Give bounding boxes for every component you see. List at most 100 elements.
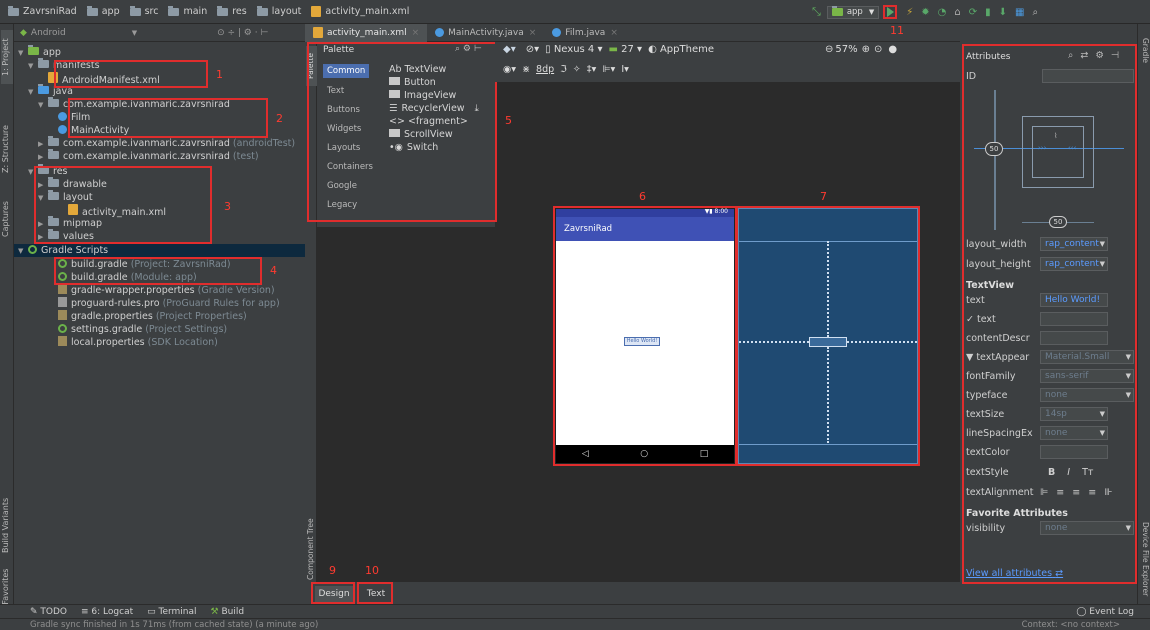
design-toolbar-row-1: ◆▾ ⊘▾ ▯ Nexus 4 ▾ ▬ 27 ▾ ◐ AppTheme [503,44,714,55]
tree-item-gradle-wrapper[interactable]: gradle-wrapper.properties (Gradle Versio… [58,284,275,297]
breadcrumb-src[interactable]: src [129,5,158,17]
align-icon[interactable]: ⊫▾ [602,64,615,75]
sdk-manager-icon[interactable]: ⬇ [999,7,1007,18]
layers-icon[interactable]: ◆▾ [503,44,516,55]
tool-label: TODO [40,606,68,617]
tree-item-proguard[interactable]: proguard-rules.pro (ProGuard Rules for a… [58,297,280,310]
search-everywhere-icon[interactable]: ⌕ [1032,7,1038,18]
device-select[interactable]: ▯ Nexus 4 ▾ [545,44,602,55]
tree-item-package-test[interactable]: ▶ com.example.ivanmaric.zavrsnirad (test) [38,149,259,163]
device-label: Nexus 4 [553,44,595,55]
view-options-icon[interactable]: ◉▾ [503,64,516,75]
folder-icon [256,5,268,16]
annotation-box-6 [553,206,737,466]
tree-item-settings-gradle[interactable]: settings.gradle (Project Settings) [58,323,227,336]
close-icon[interactable]: × [412,24,420,42]
tool-tab-captures[interactable]: Captures [1,194,13,244]
close-icon[interactable]: × [610,24,618,42]
breadcrumb-layout[interactable]: layout [256,5,301,17]
infer-constraints-icon[interactable]: ✧ [573,64,581,75]
orientation-icon[interactable]: ⊘▾ [526,44,539,55]
sync-icon[interactable]: ⟳ [969,7,977,18]
tree-item-gradle-properties[interactable]: gradle.properties (Project Properties) [58,310,247,323]
attach-debugger-icon[interactable]: ⌂ [954,7,960,18]
breadcrumb-file[interactable]: activity_main.xml [311,6,409,17]
tree-suffix: (SDK Location) [147,337,218,348]
project-view-mode[interactable]: Android [31,28,66,38]
pack-icon[interactable]: ‡▾ [587,64,597,75]
component-tree-tab[interactable]: Component Tree [306,517,317,581]
folder-icon [38,84,49,94]
chevron-down-icon[interactable]: ▼ [132,29,137,37]
breadcrumb-main[interactable]: main [168,5,207,17]
tree-suffix: (test) [232,151,259,162]
tree-label: app [43,47,61,58]
debug-icon[interactable]: ✹ [921,7,929,18]
main-toolbar: ⤡ app ▼ ⚡ ✹ ◔ ⌂ ⟳ ▮ ⬇ ▦ ⌕ [812,5,1147,19]
theme-select[interactable]: ◐ AppTheme [648,44,714,55]
crumb-label: ZavrsniRad [23,6,77,17]
expand-arrow-icon: ▼ [18,247,24,255]
zoom-out-icon[interactable]: ⊖ [825,44,833,55]
breadcrumb-project[interactable]: ZavrsniRad [8,5,77,17]
tree-suffix: (androidTest) [232,138,296,149]
expand-arrow-icon: ▼ [28,62,34,70]
folder-icon [8,5,19,16]
warning-icon[interactable]: ● [888,44,897,55]
api-select[interactable]: ▬ 27 ▾ [608,44,642,55]
tab-film[interactable]: Film.java × [544,24,626,42]
tool-tab-device-file-explorer[interactable]: Device File Explorer [1139,514,1150,604]
annotation-number-5: 5 [505,114,512,127]
annotation-number-1: 1 [216,68,223,81]
tree-label: Gradle Scripts [41,245,109,256]
tool-todo[interactable]: ✎ TODO [30,607,67,617]
annotation-number-2: 2 [276,112,283,125]
zoom-in-icon[interactable]: ⊕ [862,44,870,55]
clear-constraints-icon[interactable]: ℑ [560,64,567,75]
tool-build[interactable]: ⚒ Build [211,607,245,617]
tool-tab-gradle[interactable]: Gradle [1139,30,1150,70]
tree-item-gradle-scripts[interactable]: ▼ Gradle Scripts [14,244,305,257]
tab-main-activity[interactable]: MainActivity.java × [427,24,544,42]
default-margin-field[interactable]: 8dp [536,64,554,75]
tab-activity-main[interactable]: activity_main.xml × [305,23,428,42]
properties-file-icon [58,284,67,294]
tree-suffix: (Project Settings) [145,324,228,335]
make-project-icon[interactable]: ⤡ [812,5,821,19]
class-icon [552,28,562,37]
tree-item-local-properties[interactable]: local.properties (SDK Location) [58,336,218,349]
guidelines-icon[interactable]: I▾ [621,64,629,75]
autoconnect-icon[interactable]: ⋇ [522,64,530,75]
breadcrumb-app[interactable]: app [86,5,120,17]
tool-label: Build [221,606,245,617]
expand-arrow-icon: ▼ [28,88,34,96]
sync-scroll-icon[interactable]: ⊙ ÷ | ⚙ · ⊢ [217,28,268,38]
expand-arrow-icon: ▶ [38,153,44,161]
tool-event-log[interactable]: ◯ Event Log [1076,607,1134,617]
crumb-label: activity_main.xml [325,6,410,17]
run-config-select[interactable]: app ▼ [826,5,880,19]
tool-tab-build-variants[interactable]: Build Variants [1,492,13,558]
profile-icon[interactable]: ◔ [938,7,947,18]
tool-tab-project[interactable]: 1: Project [1,30,13,84]
component-tree-strip: Component Tree [305,227,317,582]
folder-icon [129,5,141,16]
tool-label: Event Log [1089,606,1134,617]
tree-suffix: (Project Properties) [155,311,247,322]
tool-terminal[interactable]: ▭ Terminal [147,607,196,617]
run-button[interactable] [883,5,898,19]
breadcrumb-res[interactable]: res [217,5,247,17]
folder-icon [38,58,49,68]
apply-changes-icon[interactable]: ⚡ [906,7,913,18]
avd-manager-icon[interactable]: ▮ [985,7,991,18]
tree-item-package-android-test[interactable]: ▶ com.example.ivanmaric.zavrsnirad (andro… [38,136,296,150]
tool-tab-structure[interactable]: Z: Structure [1,119,13,179]
editor-bottom-tabs: Design Text [305,582,960,604]
layout-inspector-icon[interactable]: ▦ [1015,7,1024,18]
zoom-fit-icon[interactable]: ⊙ [874,44,882,55]
status-message: Gradle sync finished in 1s 71ms (from ca… [30,619,319,630]
close-icon[interactable]: × [529,24,537,42]
tool-logcat[interactable]: ≡ 6: Logcat [81,607,133,617]
xml-file-icon [313,27,323,38]
annotation-number-9: 9 [329,564,336,577]
